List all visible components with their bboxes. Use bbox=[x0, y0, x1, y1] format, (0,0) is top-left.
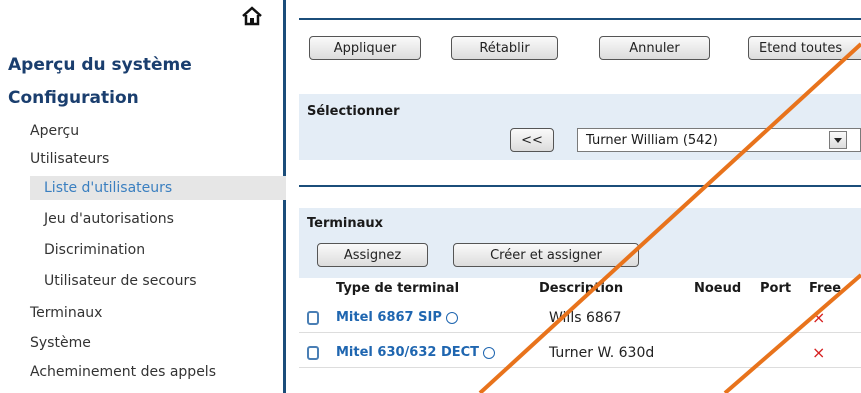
home-icon[interactable] bbox=[241, 6, 263, 26]
select-section-title: Sélectionner bbox=[307, 104, 400, 119]
create-and-assign-button[interactable]: Créer et assigner bbox=[453, 243, 639, 267]
sidebar-item-discrimination[interactable]: Discrimination bbox=[44, 242, 145, 258]
column-header-port[interactable]: Port bbox=[760, 281, 791, 296]
user-select[interactable]: Turner William (542) bbox=[577, 128, 861, 152]
terminals-section-title: Terminaux bbox=[307, 216, 384, 231]
column-header-description[interactable]: Description bbox=[539, 281, 623, 296]
system-overview-link[interactable]: Aperçu du système bbox=[8, 55, 192, 75]
main-panel: Appliquer Rétablir Annuler Etend toutes … bbox=[289, 0, 861, 393]
terminal-type-link[interactable]: Mitel 6867 SIP bbox=[336, 310, 458, 325]
close-icon[interactable]: × bbox=[812, 308, 825, 327]
close-icon[interactable]: × bbox=[812, 343, 825, 362]
extend-all-button[interactable]: Etend toutes bbox=[748, 36, 861, 60]
sidebar-item-liste-utilisateurs[interactable]: Liste d'utilisateurs bbox=[30, 176, 286, 200]
sidebar-item-acheminement[interactable]: Acheminement des appels bbox=[30, 364, 282, 380]
table-row[interactable]: Mitel 630/632 DECT Turner W. 630d × bbox=[299, 340, 861, 368]
table-row[interactable]: Mitel 6867 SIP Wills 6867 × bbox=[299, 305, 861, 333]
apply-button[interactable]: Appliquer bbox=[309, 36, 421, 60]
phone-icon bbox=[307, 311, 319, 325]
terminal-type-label[interactable]: Mitel 630/632 DECT bbox=[336, 345, 479, 360]
sidebar-item-utilisateurs[interactable]: Utilisateurs bbox=[30, 151, 109, 167]
sidebar-item-jeu-autorisations[interactable]: Jeu d'autorisations bbox=[44, 211, 174, 227]
sidebar: Aperçu du système Configuration Aperçu U… bbox=[0, 0, 286, 393]
sidebar-item-apercu[interactable]: Aperçu bbox=[30, 123, 79, 139]
column-header-type[interactable]: Type de terminal bbox=[336, 281, 459, 296]
top-divider bbox=[299, 18, 861, 20]
sidebar-item-systeme[interactable]: Système bbox=[30, 335, 91, 351]
sidebar-item-terminaux[interactable]: Terminaux bbox=[30, 305, 102, 321]
chevron-down-icon[interactable] bbox=[829, 131, 847, 149]
phone-icon bbox=[307, 346, 319, 360]
cancel-button[interactable]: Annuler bbox=[599, 36, 710, 60]
assign-button[interactable]: Assignez bbox=[317, 243, 428, 267]
previous-user-button[interactable]: << bbox=[510, 128, 554, 152]
configuration-heading[interactable]: Configuration bbox=[8, 88, 139, 108]
terminal-type-label[interactable]: Mitel 6867 SIP bbox=[336, 310, 442, 325]
terminal-description: Wills 6867 bbox=[549, 310, 622, 326]
info-icon[interactable] bbox=[483, 346, 496, 359]
section-divider bbox=[299, 185, 861, 187]
info-icon[interactable] bbox=[445, 311, 458, 324]
column-header-noeud[interactable]: Noeud bbox=[694, 281, 741, 296]
sidebar-item-utilisateur-secours[interactable]: Utilisateur de secours bbox=[44, 273, 197, 289]
reset-button[interactable]: Rétablir bbox=[451, 36, 558, 60]
terminal-description: Turner W. 630d bbox=[549, 345, 655, 361]
column-header-free[interactable]: Free bbox=[809, 281, 841, 296]
terminal-type-link[interactable]: Mitel 630/632 DECT bbox=[336, 345, 496, 360]
